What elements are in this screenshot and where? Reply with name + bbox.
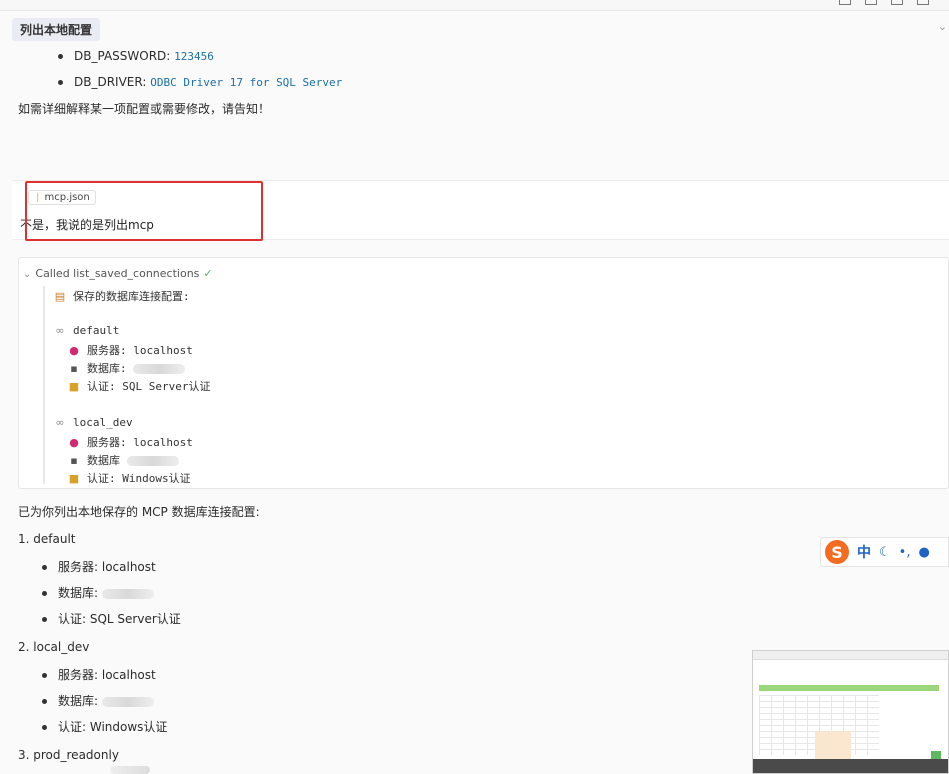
clipboard-icon: ▤ bbox=[54, 290, 66, 303]
summary-title: 已为你列出本地保存的 MCP 数据库连接配置: bbox=[18, 505, 260, 519]
tool-output-line: ● 服务器: localhost bbox=[67, 342, 193, 358]
link-icon: ∞ bbox=[55, 416, 65, 429]
chat-page: 列出本地配置 ⌄ DB_PASSWORD: 123456 DB_DRIVER: … bbox=[0, 0, 949, 774]
tool-call-header[interactable]: ⌄ Called list_saved_connections ✓ bbox=[23, 267, 213, 280]
punctuation-icon[interactable]: •, bbox=[899, 545, 911, 560]
assistant-note: 如需详细解释某一项配置或需要修改，请告知！ bbox=[18, 102, 271, 116]
redacted-value bbox=[101, 696, 154, 707]
list-item: DB_DRIVER: ODBC Driver 17 for SQL Server bbox=[58, 74, 342, 100]
window-icon[interactable] bbox=[891, 0, 903, 5]
redacted-value bbox=[101, 588, 154, 599]
lock-icon: ■ bbox=[68, 380, 80, 393]
disk-icon: ▪ bbox=[70, 454, 78, 467]
list-item: 认证: Windows认证 bbox=[42, 719, 167, 745]
tool-call-name: Called list_saved_connections bbox=[35, 267, 200, 280]
connection-heading: 3. prod_readonly bbox=[18, 748, 119, 762]
moon-icon[interactable]: ☾ bbox=[879, 545, 891, 560]
tool-output-line: ● 服务器: localhost bbox=[67, 434, 193, 450]
link-icon: ∞ bbox=[55, 324, 65, 337]
tool-output-line: ∞ default bbox=[53, 324, 119, 337]
tool-output-line: ■ 认证: Windows认证 bbox=[68, 472, 191, 484]
collapse-handle-icon[interactable]: ⌄ bbox=[938, 20, 947, 33]
list-item: 服务器: localhost bbox=[42, 667, 167, 693]
window-icon[interactable] bbox=[839, 0, 851, 5]
pin-icon: ● bbox=[69, 436, 79, 449]
pin-icon: ● bbox=[69, 344, 79, 357]
thumbnail-toolbar bbox=[753, 651, 948, 660]
tool-output-line: ▪ 数据库 bbox=[67, 452, 179, 468]
list-item: DB_PASSWORD: 123456 bbox=[58, 48, 342, 74]
connection-heading: 2. local_dev bbox=[18, 640, 90, 654]
disk-icon: ▪ bbox=[70, 362, 78, 375]
redacted-value bbox=[133, 364, 186, 374]
list-item: 认证: SQL Server认证 bbox=[42, 611, 181, 637]
redacted-value bbox=[126, 456, 179, 466]
screen-share-thumbnail[interactable] bbox=[752, 650, 949, 774]
list-item: 数据库: bbox=[42, 585, 181, 611]
sogou-logo-icon[interactable]: S bbox=[825, 540, 849, 564]
connection-heading: 1. default bbox=[18, 532, 76, 546]
lock-icon: ■ bbox=[68, 472, 80, 484]
check-icon: ✓ bbox=[203, 267, 213, 280]
toolbar-icons bbox=[839, 0, 929, 5]
gear-icon[interactable] bbox=[917, 0, 929, 5]
top-bar bbox=[0, 0, 949, 11]
thumbnail-header-row bbox=[759, 685, 939, 691]
ime-toolbar[interactable]: S 中 ☾ •, ● bbox=[820, 537, 949, 567]
prompt-chip[interactable]: 列出本地配置 bbox=[12, 18, 101, 41]
highlight-annotation bbox=[25, 181, 263, 241]
env-key: DB_DRIVER: bbox=[74, 75, 147, 89]
env-value: 123456 bbox=[174, 50, 214, 63]
tool-output-line: ■ 认证: SQL Server认证 bbox=[68, 380, 211, 393]
thumbnail-status-bar bbox=[753, 759, 948, 773]
thumbnail-marker bbox=[931, 751, 941, 759]
list-item: 数据库: bbox=[42, 693, 167, 719]
tool-output-line: ▤ 保存的数据库连接配置: bbox=[54, 290, 190, 303]
window-icon[interactable] bbox=[865, 0, 877, 5]
env-key: DB_PASSWORD: bbox=[74, 49, 171, 63]
connection-details: 服务器: localhost 数据库: 认证: SQL Server认证 bbox=[42, 559, 181, 637]
chevron-down-icon: ⌄ bbox=[23, 269, 32, 280]
tool-output: ▤ 保存的数据库连接配置: ∞ default ● 服务器: localhost ▪ 数… bbox=[43, 286, 925, 484]
tool-call-panel: ⌄ Called list_saved_connections ✓ ▤ 保存的数据库连… bbox=[18, 257, 949, 489]
tool-output-line: ▪ 数据库: bbox=[67, 360, 186, 376]
list-item: 服务器: localhost bbox=[42, 559, 181, 585]
env-value: ODBC Driver 17 for SQL Server bbox=[150, 76, 343, 89]
connection-details: 服务器: localhost 数据库: 认证: Windows认证 bbox=[42, 667, 167, 745]
env-list: DB_PASSWORD: 123456 DB_DRIVER: ODBC Driv… bbox=[58, 48, 342, 100]
microphone-icon[interactable]: ● bbox=[918, 545, 929, 560]
tool-output-line: ∞ local_dev bbox=[53, 416, 132, 429]
ime-mode-toggle[interactable]: 中 bbox=[857, 542, 871, 562]
redacted-value bbox=[110, 766, 150, 774]
